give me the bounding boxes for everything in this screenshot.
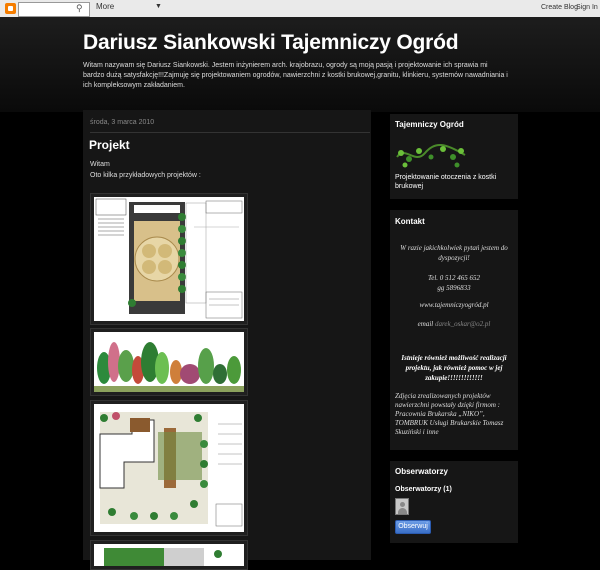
contact-projects-note: Istnieje również możliwość realizacji pr… bbox=[401, 354, 507, 382]
contact-phone: Tel. 0 512 465 652 bbox=[427, 274, 481, 282]
sign-in-link[interactable]: Sign In bbox=[576, 4, 598, 11]
widget-title: Kontakt bbox=[395, 217, 425, 226]
post-date: środa, 3 marca 2010 bbox=[90, 119, 155, 126]
divider bbox=[90, 132, 370, 133]
garden-caption: Projektowanie otoczenia z kostki brukowe… bbox=[395, 174, 497, 190]
project-image-plan-2[interactable] bbox=[90, 400, 248, 536]
avatar[interactable] bbox=[395, 498, 409, 515]
email-label: email bbox=[417, 320, 434, 328]
garden-logo-icon[interactable] bbox=[395, 137, 467, 171]
post-text-intro: Oto kilka przykładowych projektów : bbox=[90, 172, 201, 179]
follow-button[interactable]: Obserwuj bbox=[395, 520, 431, 534]
blog-description: Witam nazywam się Dariusz Siankowski. Je… bbox=[83, 62, 508, 89]
post-title[interactable]: Projekt bbox=[89, 138, 130, 152]
blogger-navbar: ⚲ More ▼ Create Blog Sign In bbox=[0, 0, 600, 18]
followers-count: Obserwatorzy (1) bbox=[395, 486, 452, 493]
blogger-logo-icon[interactable] bbox=[5, 3, 16, 14]
contact-intro: W razie jakichkolwiek pytań jestem do dy… bbox=[400, 244, 508, 262]
widget-title: Tajemniczy Ogród bbox=[395, 120, 464, 129]
more-menu[interactable]: More bbox=[96, 2, 114, 11]
project-image-plan-1[interactable] bbox=[90, 193, 248, 325]
project-image-plan-3[interactable] bbox=[90, 540, 248, 570]
contact-email: email darek_oskar@o2.pl bbox=[393, 319, 515, 329]
post-text-greeting: Witam bbox=[90, 161, 110, 168]
contact-photos-credits: Zdjęcia zrealizowanych projektów nawierz… bbox=[395, 392, 504, 436]
widget-title: Obserwatorzy bbox=[395, 467, 448, 476]
contact-website[interactable]: www.tajemniczyogród.pl bbox=[393, 300, 515, 310]
create-blog-link[interactable]: Create Blog bbox=[541, 4, 578, 11]
search-icon[interactable]: ⚲ bbox=[76, 3, 86, 14]
chevron-down-icon[interactable]: ▼ bbox=[155, 3, 162, 10]
contact-gg: gg 5896833 bbox=[437, 284, 471, 292]
email-link[interactable]: darek_oskar@o2.pl bbox=[435, 320, 490, 328]
project-image-elevation[interactable] bbox=[90, 328, 248, 396]
blog-title[interactable]: Dariusz Siankowski Tajemniczy Ogród bbox=[83, 31, 459, 55]
